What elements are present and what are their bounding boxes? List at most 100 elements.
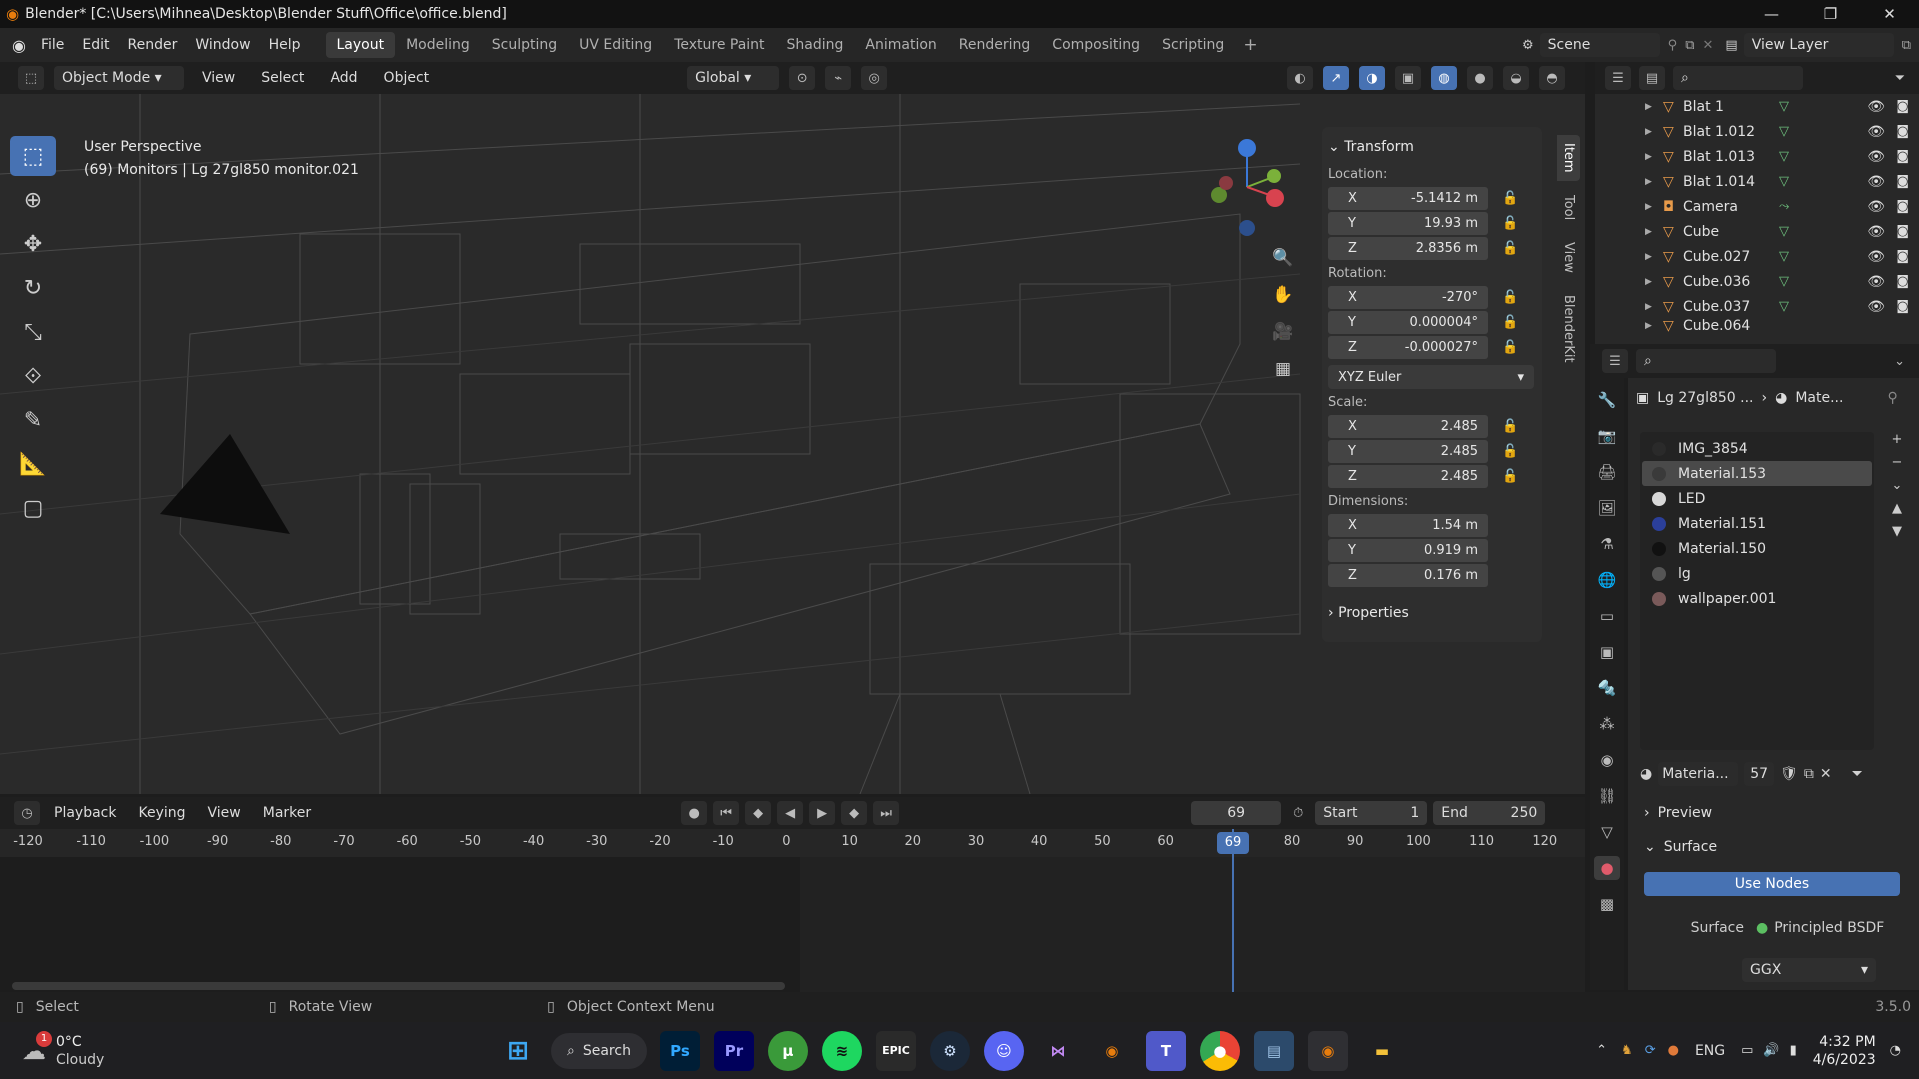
jump-start-icon[interactable]: ⏮ xyxy=(713,801,740,825)
filter-icon[interactable]: ⏷ xyxy=(1852,766,1863,782)
fake-user-icon[interactable]: 🛡 xyxy=(1780,766,1798,782)
workspace-tab-sculpting[interactable]: Sculpting xyxy=(481,32,568,58)
world-tab-icon[interactable]: 🌐 xyxy=(1594,568,1620,592)
workspace-tab-shading[interactable]: Shading xyxy=(776,32,855,58)
lock-icon[interactable]: 🔓 xyxy=(1502,290,1518,305)
minimize-icon[interactable]: — xyxy=(1742,0,1801,28)
outliner-row[interactable]: ▶ ▽ Blat 1.013 ▽ 👁 ◙ xyxy=(1595,144,1919,169)
jump-end-icon[interactable]: ⏭ xyxy=(873,801,900,825)
utorrent-icon[interactable]: µ xyxy=(767,1030,808,1071)
pan-hand-icon[interactable]: ✋ xyxy=(1270,285,1296,311)
dimensions-x-field[interactable]: X 1.54 m xyxy=(1328,513,1488,537)
new-scene-icon[interactable]: ⧉ xyxy=(1685,38,1694,53)
list-item[interactable]: IMG_3854 xyxy=(1642,436,1872,461)
outliner-search-input[interactable]: ⌕ xyxy=(1673,66,1803,90)
menu-playback[interactable]: Playback xyxy=(46,805,124,821)
render-camera-icon[interactable]: ◙ xyxy=(1896,174,1909,189)
scale-y-field[interactable]: Y 2.485 xyxy=(1328,439,1488,463)
premiere-icon[interactable]: Pr xyxy=(713,1030,754,1071)
outliner-row[interactable]: ▶ ▽ Blat 1.012 ▽ 👁 ◙ xyxy=(1595,119,1919,144)
list-item[interactable]: LED xyxy=(1642,486,1872,511)
rotation-x-field[interactable]: X -270° xyxy=(1328,285,1488,309)
workspace-tab-uv-editing[interactable]: UV Editing xyxy=(568,32,663,58)
render-camera-icon[interactable]: ◙ xyxy=(1896,299,1909,314)
lock-icon[interactable]: 🔓 xyxy=(1502,444,1518,459)
view-layer-field[interactable]: View Layer xyxy=(1743,33,1894,57)
material-users-count[interactable]: 57 xyxy=(1744,762,1775,786)
volume-icon[interactable]: 🔊 xyxy=(1763,1043,1779,1058)
rotation-y-field[interactable]: Y 0.000004° xyxy=(1328,310,1488,334)
menu-add[interactable]: Add xyxy=(322,70,365,86)
orientation-dropdown[interactable]: Global ▾ xyxy=(687,66,780,90)
workspace-tab-animation[interactable]: Animation xyxy=(854,32,947,58)
eye-icon[interactable]: 👁 xyxy=(1867,274,1885,290)
scale-tool-icon[interactable]: ⤡ xyxy=(10,312,56,352)
add-slot-icon[interactable]: + xyxy=(1892,432,1903,447)
chevron-down-icon[interactable]: ⌄ xyxy=(1894,354,1905,369)
lock-icon[interactable]: 🔓 xyxy=(1502,241,1518,256)
annotate-tool-icon[interactable]: ✎ xyxy=(10,400,56,440)
timeline-scrollbar[interactable] xyxy=(12,982,785,990)
menu-object[interactable]: Object xyxy=(376,70,438,86)
steam-icon[interactable]: ⚙ xyxy=(929,1030,970,1071)
display-mode-icon[interactable]: ▤ xyxy=(1639,66,1665,90)
scene-pin-icon[interactable]: ⚲ xyxy=(1668,38,1678,53)
properties-header[interactable]: › Properties xyxy=(1328,599,1536,627)
workspace-tab-scripting[interactable]: Scripting xyxy=(1151,32,1235,58)
playhead-frame-label[interactable]: 69 xyxy=(1217,832,1249,854)
workspace-tab-modeling[interactable]: Modeling xyxy=(395,32,481,58)
teams-icon[interactable]: T xyxy=(1145,1030,1186,1071)
blender-taskbar-icon[interactable]: ◉ xyxy=(1092,1031,1132,1071)
epic-games-icon[interactable]: EPIC xyxy=(875,1030,916,1071)
move-up-icon[interactable]: ▲ xyxy=(1892,501,1902,516)
tray-sync-icon[interactable]: ⟳ xyxy=(1645,1043,1656,1058)
tab-view[interactable]: View xyxy=(1557,233,1580,281)
battery-icon[interactable]: ▮ xyxy=(1790,1043,1797,1058)
eye-icon[interactable]: 👁 xyxy=(1867,124,1885,140)
transform-header[interactable]: ⌄ Transform xyxy=(1328,133,1536,161)
eye-icon[interactable]: 👁 xyxy=(1867,149,1885,165)
tool-tab-icon[interactable]: 🔧 xyxy=(1594,388,1620,412)
weather-widget[interactable]: ☁ 1 0°C Cloudy xyxy=(22,1030,322,1069)
render-camera-icon[interactable]: ◙ xyxy=(1896,224,1909,239)
menu-view[interactable]: View xyxy=(194,70,243,86)
list-item[interactable]: Material.151 xyxy=(1642,511,1872,536)
eye-icon[interactable]: 👁 xyxy=(1867,99,1885,115)
timeline-editor-icon[interactable]: ◷ xyxy=(14,801,40,825)
photoshop-icon[interactable]: Ps xyxy=(659,1030,700,1071)
measure-tool-icon[interactable]: 📐 xyxy=(10,444,56,484)
taskbar-search-button[interactable]: ⌕ Search xyxy=(551,1032,647,1069)
filter-icon[interactable]: ⏷ xyxy=(1895,71,1905,86)
surface-shader-selector[interactable]: Principled BSDF xyxy=(1774,920,1884,936)
scale-z-field[interactable]: Z 2.485 xyxy=(1328,464,1488,488)
render-camera-icon[interactable]: ◙ xyxy=(1896,199,1909,214)
menu-view-timeline[interactable]: View xyxy=(200,805,249,821)
tray-chevron-icon[interactable]: ⌃ xyxy=(1596,1043,1607,1058)
rotate-tool-icon[interactable]: ↻ xyxy=(10,268,56,308)
notifications-icon[interactable]: ◔ xyxy=(1890,1043,1901,1058)
eye-icon[interactable]: 👁 xyxy=(1867,224,1885,240)
transform-tool-icon[interactable]: ⟐ xyxy=(10,356,56,396)
menu-render[interactable]: Render xyxy=(119,37,187,53)
prev-keyframe-icon[interactable]: ◆ xyxy=(745,801,772,825)
scale-x-field[interactable]: X 2.485 xyxy=(1328,414,1488,438)
wireframe-shading-icon[interactable]: ◍ xyxy=(1431,66,1457,90)
spotify-icon[interactable]: ≋ xyxy=(821,1030,862,1071)
location-x-field[interactable]: X -5.1412 m xyxy=(1328,186,1488,210)
dimensions-z-field[interactable]: Z 0.176 m xyxy=(1328,563,1488,587)
lock-icon[interactable]: 🔓 xyxy=(1502,216,1518,231)
menu-help[interactable]: Help xyxy=(260,37,310,53)
end-frame-field[interactable]: End 250 xyxy=(1433,801,1546,825)
data-tab-icon[interactable]: ▽ xyxy=(1594,820,1620,844)
outliner-row[interactable]: ▶ ◘ Camera ⤳ 👁 ◙ xyxy=(1595,194,1919,219)
timeline-ruler[interactable]: -120 -110 -100 -90 -80 -70 -60 -50 -40 -30 -20 -10 0… xyxy=(0,829,1585,857)
visual-studio-icon[interactable]: ⋈ xyxy=(1038,1031,1078,1071)
file-explorer-icon[interactable]: ▬ xyxy=(1362,1031,1402,1071)
start-windows-icon[interactable]: ⊞ xyxy=(498,1031,538,1071)
dimensions-y-field[interactable]: Y 0.919 m xyxy=(1328,538,1488,562)
menu-marker[interactable]: Marker xyxy=(255,805,319,821)
language-indicator[interactable]: ENG xyxy=(1695,1043,1725,1059)
scene-tab-icon[interactable]: ⚗ xyxy=(1594,532,1620,556)
chevron-down-icon[interactable]: ⌄ xyxy=(1892,478,1903,493)
menu-keying[interactable]: Keying xyxy=(130,805,193,821)
